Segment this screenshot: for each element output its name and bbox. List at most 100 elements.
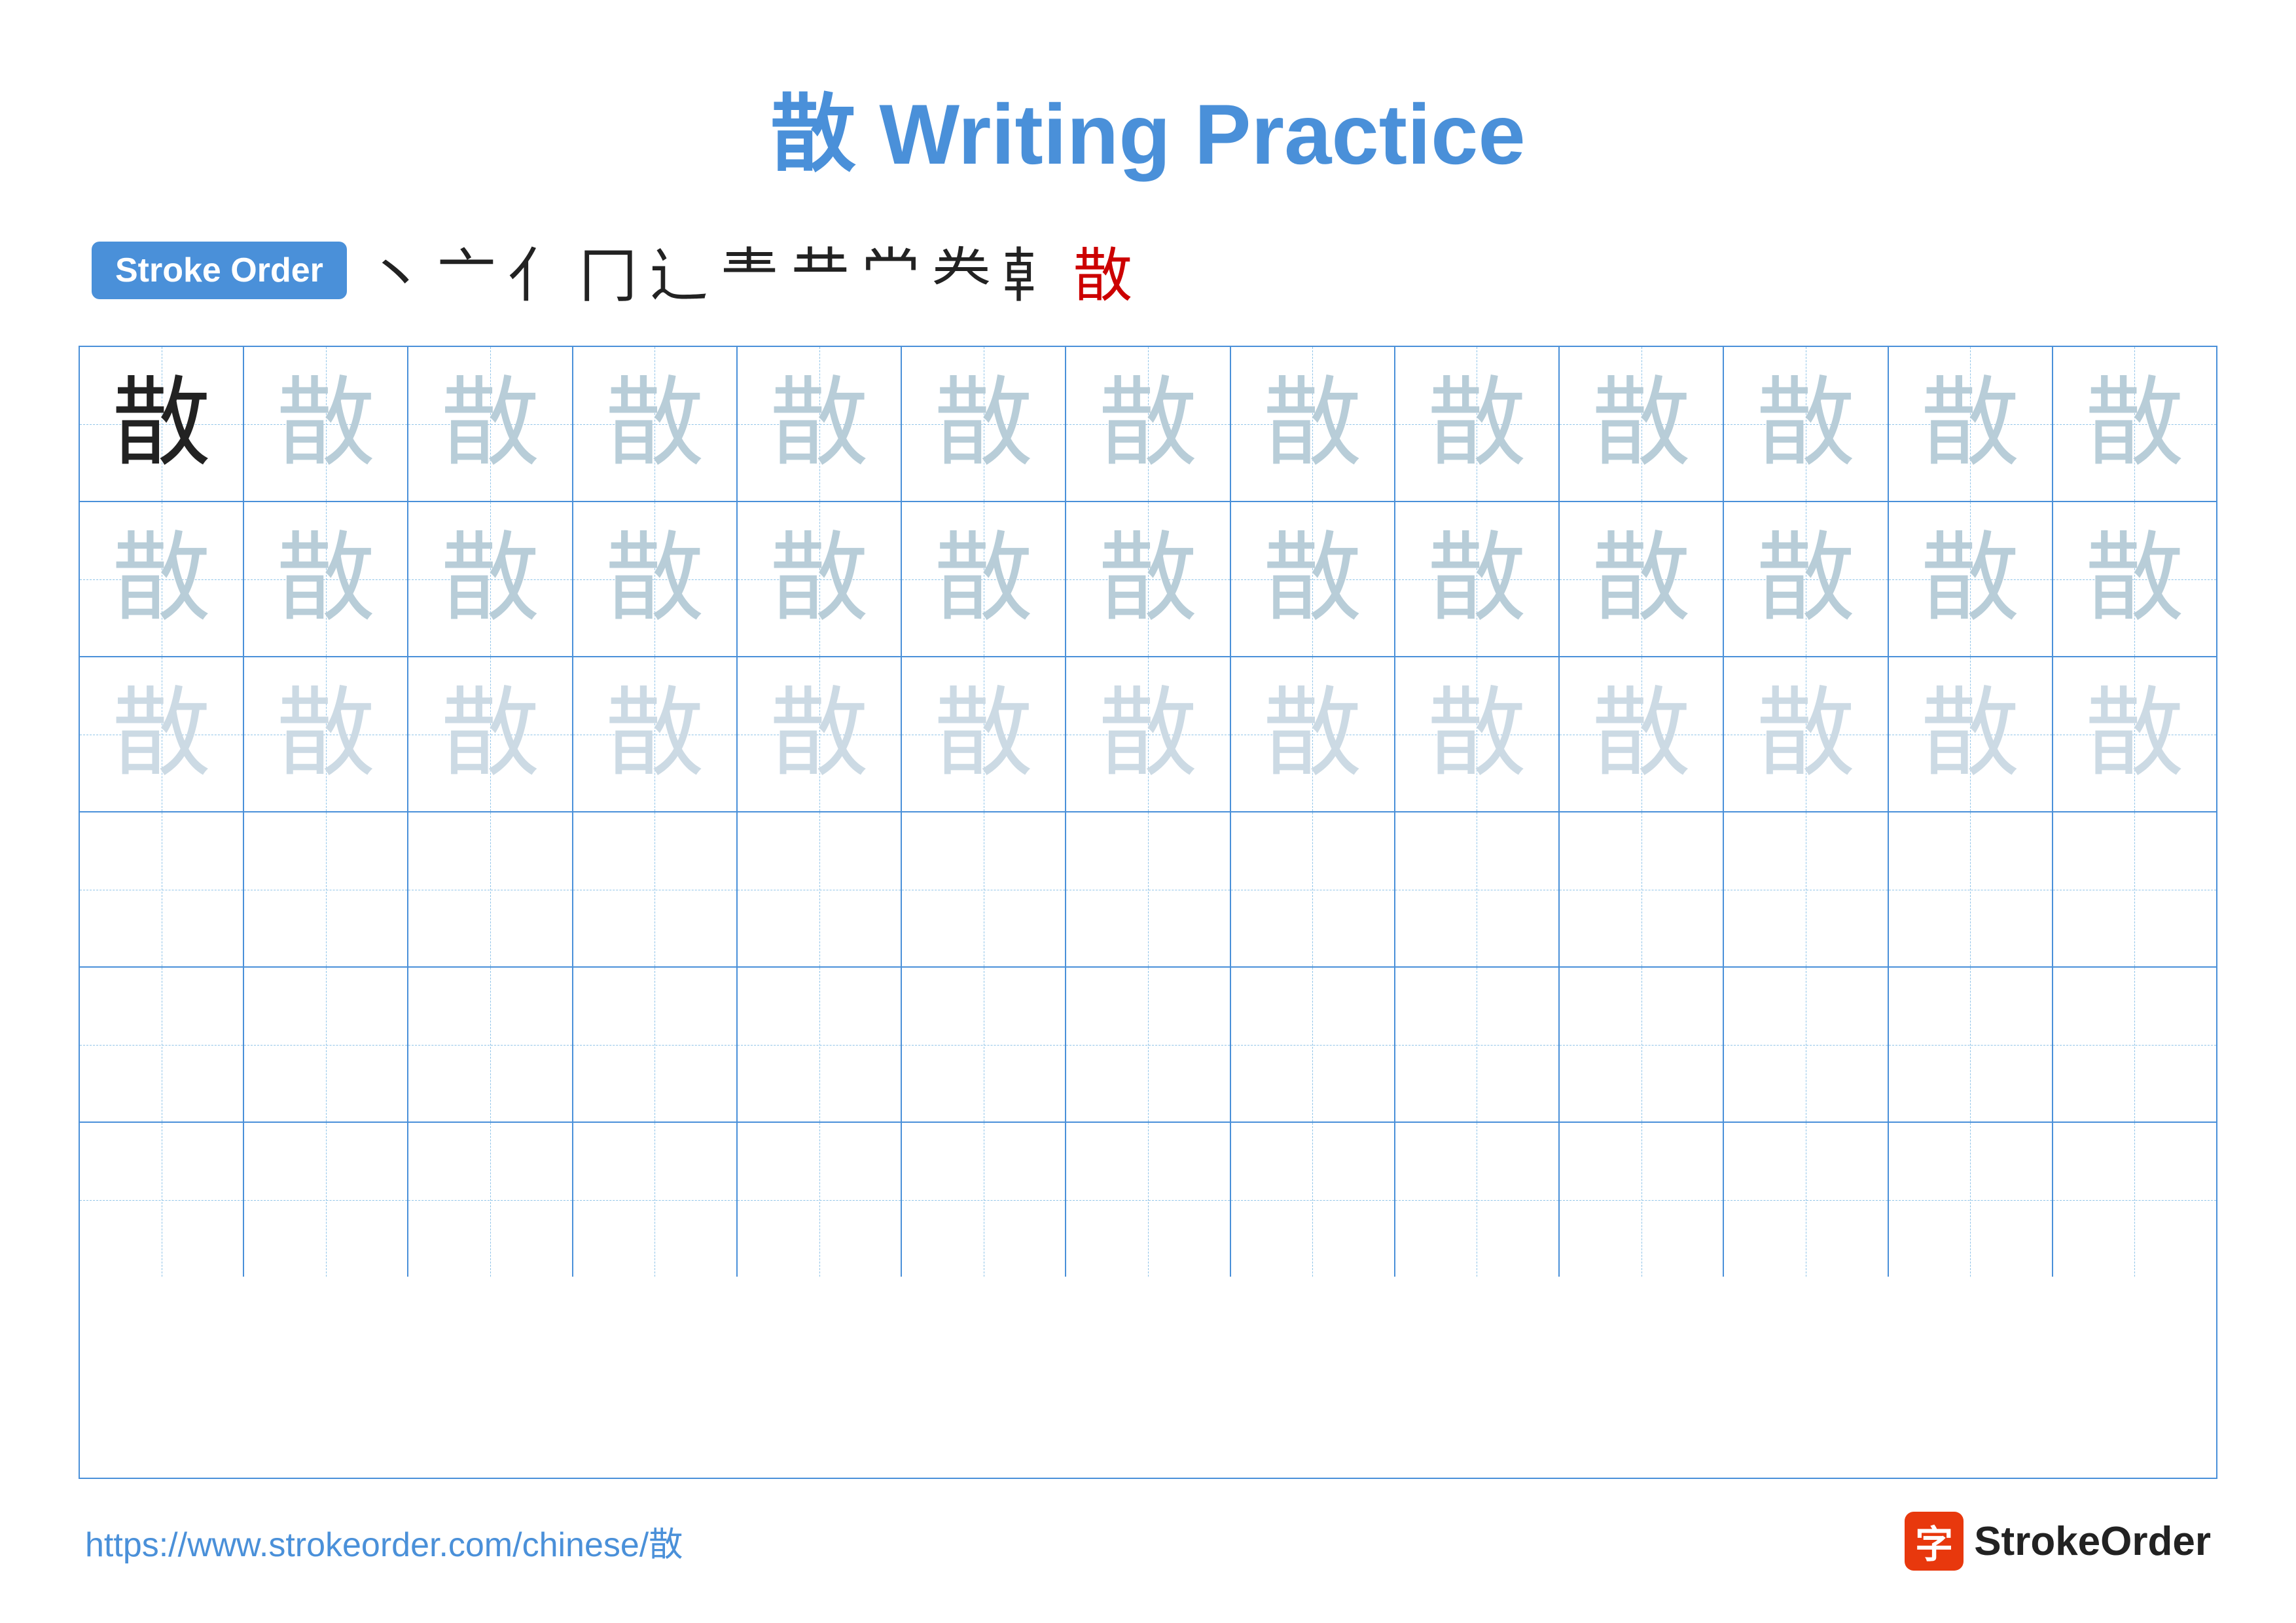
stroke-char-5: 龶 xyxy=(720,228,779,313)
grid-cell-2-1[interactable]: 㪚 xyxy=(244,657,408,811)
practice-grid: 㪚㪚㪚㪚㪚㪚㪚㪚㪚㪚㪚㪚㪚㪚㪚㪚㪚㪚㪚㪚㪚㪚㪚㪚㪚㪚㪚㪚㪚㪚㪚㪚㪚㪚㪚㪚㪚㪚㪚 xyxy=(79,346,2217,1479)
grid-cell-0-11[interactable]: 㪚 xyxy=(1889,347,2053,501)
grid-cell-2-8[interactable]: 㪚 xyxy=(1395,657,1560,811)
grid-cell-3-10[interactable] xyxy=(1724,812,1888,966)
cell-character: 㪚 xyxy=(2085,685,2183,784)
grid-cell-5-9[interactable] xyxy=(1560,1123,1724,1277)
grid-cell-0-4[interactable]: 㪚 xyxy=(738,347,902,501)
grid-cell-4-9[interactable] xyxy=(1560,968,1724,1122)
grid-cell-5-2[interactable] xyxy=(408,1123,573,1277)
grid-cell-2-2[interactable]: 㪚 xyxy=(408,657,573,811)
grid-cell-4-3[interactable] xyxy=(573,968,738,1122)
grid-cell-4-0[interactable] xyxy=(80,968,244,1122)
grid-cell-0-3[interactable]: 㪚 xyxy=(573,347,738,501)
grid-cell-1-7[interactable]: 㪚 xyxy=(1231,502,1395,656)
grid-cell-2-5[interactable]: 㪚 xyxy=(902,657,1066,811)
grid-cell-5-6[interactable] xyxy=(1066,1123,1230,1277)
stroke-char-4: ⻌ xyxy=(649,228,708,313)
grid-cell-0-5[interactable]: 㪚 xyxy=(902,347,1066,501)
grid-cell-1-6[interactable]: 㪚 xyxy=(1066,502,1230,656)
grid-cell-5-5[interactable] xyxy=(902,1123,1066,1277)
grid-cell-4-6[interactable] xyxy=(1066,968,1230,1122)
cell-character: 㪚 xyxy=(441,685,539,784)
cell-character: 㪚 xyxy=(1427,375,1526,473)
stroke-char-0: 丶 xyxy=(367,228,425,313)
cell-character: 㪚 xyxy=(1263,375,1361,473)
cell-character: 㪚 xyxy=(1099,375,1197,473)
grid-cell-3-6[interactable] xyxy=(1066,812,1230,966)
grid-cell-0-7[interactable]: 㪚 xyxy=(1231,347,1395,501)
grid-cell-4-11[interactable] xyxy=(1889,968,2053,1122)
grid-cell-0-6[interactable]: 㪚 xyxy=(1066,347,1230,501)
grid-cell-4-4[interactable] xyxy=(738,968,902,1122)
cell-character: 㪚 xyxy=(2085,375,2183,473)
grid-cell-3-3[interactable] xyxy=(573,812,738,966)
grid-cell-2-4[interactable]: 㪚 xyxy=(738,657,902,811)
grid-cell-3-9[interactable] xyxy=(1560,812,1724,966)
grid-cell-1-12[interactable]: 㪚 xyxy=(2053,502,2216,656)
grid-cell-1-4[interactable]: 㪚 xyxy=(738,502,902,656)
cell-character: 㪚 xyxy=(113,530,211,629)
grid-cell-3-0[interactable] xyxy=(80,812,244,966)
grid-cell-5-0[interactable] xyxy=(80,1123,244,1277)
grid-cell-5-11[interactable] xyxy=(1889,1123,2053,1277)
grid-cell-0-0[interactable]: 㪚 xyxy=(80,347,244,501)
grid-cell-3-7[interactable] xyxy=(1231,812,1395,966)
grid-cell-1-1[interactable]: 㪚 xyxy=(244,502,408,656)
grid-cell-3-5[interactable] xyxy=(902,812,1066,966)
grid-cell-5-7[interactable] xyxy=(1231,1123,1395,1277)
grid-cell-2-6[interactable]: 㪚 xyxy=(1066,657,1230,811)
grid-cell-4-7[interactable] xyxy=(1231,968,1395,1122)
cell-character: 㪚 xyxy=(1592,685,1691,784)
grid-cell-2-12[interactable]: 㪚 xyxy=(2053,657,2216,811)
grid-cell-1-0[interactable]: 㪚 xyxy=(80,502,244,656)
cell-character: 㪚 xyxy=(770,685,869,784)
grid-cell-2-11[interactable]: 㪚 xyxy=(1889,657,2053,811)
grid-cell-0-2[interactable]: 㪚 xyxy=(408,347,573,501)
grid-cell-5-4[interactable] xyxy=(738,1123,902,1277)
grid-cell-4-8[interactable] xyxy=(1395,968,1560,1122)
cell-character: 㪚 xyxy=(1263,685,1361,784)
footer-url[interactable]: https://www.strokeorder.com/chinese/㪚 xyxy=(85,1517,683,1566)
grid-cell-3-8[interactable] xyxy=(1395,812,1560,966)
grid-cell-5-10[interactable] xyxy=(1724,1123,1888,1277)
grid-cell-1-10[interactable]: 㪚 xyxy=(1724,502,1888,656)
grid-cell-1-3[interactable]: 㪚 xyxy=(573,502,738,656)
cell-character: 㪚 xyxy=(1099,685,1197,784)
grid-cell-3-12[interactable] xyxy=(2053,812,2216,966)
grid-cell-3-2[interactable] xyxy=(408,812,573,966)
grid-cell-0-10[interactable]: 㪚 xyxy=(1724,347,1888,501)
grid-cell-2-0[interactable]: 㪚 xyxy=(80,657,244,811)
grid-cell-5-8[interactable] xyxy=(1395,1123,1560,1277)
grid-cell-1-9[interactable]: 㪚 xyxy=(1560,502,1724,656)
grid-cell-4-12[interactable] xyxy=(2053,968,2216,1122)
grid-cell-2-10[interactable]: 㪚 xyxy=(1724,657,1888,811)
cell-character: 㪚 xyxy=(605,375,704,473)
footer-logo-text: StrokeOrder xyxy=(1974,1518,2211,1565)
stroke-order-row: Stroke Order 丶亠亻冂⻌龶龷龸龹龺㪚 xyxy=(79,228,2217,313)
grid-cell-5-3[interactable] xyxy=(573,1123,738,1277)
grid-cell-4-5[interactable] xyxy=(902,968,1066,1122)
cell-character: 㪚 xyxy=(441,375,539,473)
grid-cell-0-12[interactable]: 㪚 xyxy=(2053,347,2216,501)
grid-cell-4-1[interactable] xyxy=(244,968,408,1122)
grid-cell-1-8[interactable]: 㪚 xyxy=(1395,502,1560,656)
grid-cell-4-2[interactable] xyxy=(408,968,573,1122)
grid-cell-3-1[interactable] xyxy=(244,812,408,966)
grid-cell-5-12[interactable] xyxy=(2053,1123,2216,1277)
grid-cell-1-5[interactable]: 㪚 xyxy=(902,502,1066,656)
stroke-order-badge: Stroke Order xyxy=(92,242,347,299)
grid-cell-4-10[interactable] xyxy=(1724,968,1888,1122)
grid-cell-0-8[interactable]: 㪚 xyxy=(1395,347,1560,501)
grid-cell-2-7[interactable]: 㪚 xyxy=(1231,657,1395,811)
grid-cell-2-3[interactable]: 㪚 xyxy=(573,657,738,811)
grid-cell-1-11[interactable]: 㪚 xyxy=(1889,502,2053,656)
grid-cell-0-1[interactable]: 㪚 xyxy=(244,347,408,501)
grid-cell-2-9[interactable]: 㪚 xyxy=(1560,657,1724,811)
grid-cell-3-11[interactable] xyxy=(1889,812,2053,966)
cell-character: 㪚 xyxy=(1427,685,1526,784)
grid-cell-1-2[interactable]: 㪚 xyxy=(408,502,573,656)
grid-cell-5-1[interactable] xyxy=(244,1123,408,1277)
grid-cell-0-9[interactable]: 㪚 xyxy=(1560,347,1724,501)
grid-cell-3-4[interactable] xyxy=(738,812,902,966)
